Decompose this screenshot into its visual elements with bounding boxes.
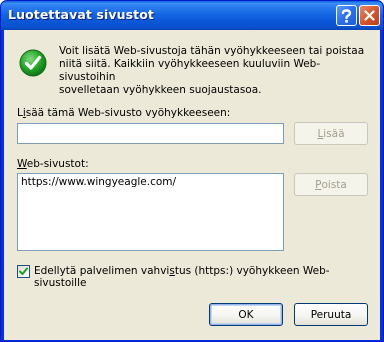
add-button[interactable]: Lisää: [294, 122, 368, 145]
remove-button[interactable]: Poista: [294, 173, 368, 196]
title-bar[interactable]: Luotettavat sivustot: [1, 1, 383, 30]
description-line-2: niitä siitä. Kaikkiin vyöhykkeeseen kuul…: [59, 58, 321, 83]
description-line-1: Voit lisätä Web-sivustoja tähän vyöhykke…: [59, 45, 365, 57]
sites-label: Web-sivustot:: [17, 158, 89, 170]
add-site-label: Lisää tämä Web-sivusto vyöhykkeeseen:: [17, 107, 231, 119]
sites-list[interactable]: https://www.wingyeagle.com/: [17, 173, 284, 251]
description-line-3: sovelletaan vyöhykkeen suojaustasoa.: [59, 84, 262, 96]
dialog-body: Voit lisätä Web-sivustoja tähän vyöhykke…: [4, 30, 380, 340]
dialog-window: Luotettavat sivustot Voit lisätä Web-siv…: [0, 0, 384, 342]
close-button[interactable]: [359, 5, 380, 26]
description-text: Voit lisätä Web-sivustoja tähän vyöhykke…: [59, 45, 371, 97]
list-item[interactable]: https://www.wingyeagle.com/: [18, 174, 283, 190]
close-icon: [364, 10, 375, 21]
require-https-checkbox[interactable]: [17, 265, 30, 278]
cancel-button[interactable]: Peruuta: [294, 303, 368, 326]
checkmark-circle-icon: [19, 49, 47, 77]
help-button[interactable]: [336, 5, 357, 26]
ok-button[interactable]: OK: [209, 303, 283, 326]
add-site-input[interactable]: [17, 123, 284, 144]
require-https-label[interactable]: Edellytä palvelimen vahvistus (https:) v…: [34, 265, 380, 289]
window-title: Luotettavat sivustot: [8, 7, 154, 22]
question-mark-icon: [341, 9, 352, 23]
checkmark-icon: [19, 267, 28, 275]
